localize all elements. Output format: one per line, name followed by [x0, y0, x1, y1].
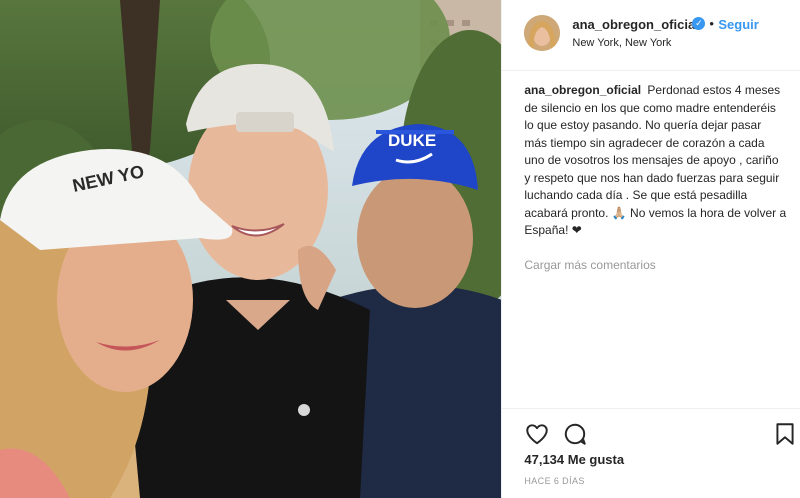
caption-username[interactable]: ana_obregon_oficial	[524, 83, 641, 97]
duke-cap-text: DUKE	[388, 131, 436, 150]
selfie-image: DUKE NEW YO	[0, 0, 502, 498]
username[interactable]: ana_obregon_oficial	[572, 17, 698, 32]
instagram-post: DUKE NEW YO ana_obregon_oficial ✓ • Segu…	[0, 0, 800, 498]
action-bar	[502, 408, 800, 449]
location-link[interactable]: New York, New York	[572, 37, 671, 49]
separator-dot: •	[709, 16, 714, 31]
post-side-panel: ana_obregon_oficial ✓ • Seguir New York,…	[501, 0, 800, 498]
caption-text: Perdonad estos 4 meses de silencio en lo…	[524, 83, 787, 237]
post-caption: ana_obregon_oficial Perdonad estos 4 mes…	[524, 82, 786, 240]
post-photo[interactable]: DUKE NEW YO	[0, 0, 502, 498]
avatar[interactable]	[524, 15, 561, 51]
post-timestamp[interactable]: HACE 6 DÍAS	[524, 476, 584, 486]
avatar-image	[524, 15, 561, 51]
heart-icon[interactable]	[524, 421, 550, 447]
likes-count[interactable]: 47,134 Me gusta	[524, 452, 624, 467]
post-header: ana_obregon_oficial ✓ • Seguir New York,…	[502, 0, 800, 71]
follow-button[interactable]: Seguir	[718, 17, 758, 32]
bookmark-icon[interactable]	[772, 421, 798, 447]
load-more-comments[interactable]: Cargar más comentarios	[524, 258, 655, 272]
verified-badge-icon: ✓	[692, 17, 706, 30]
comment-icon[interactable]	[562, 421, 588, 447]
